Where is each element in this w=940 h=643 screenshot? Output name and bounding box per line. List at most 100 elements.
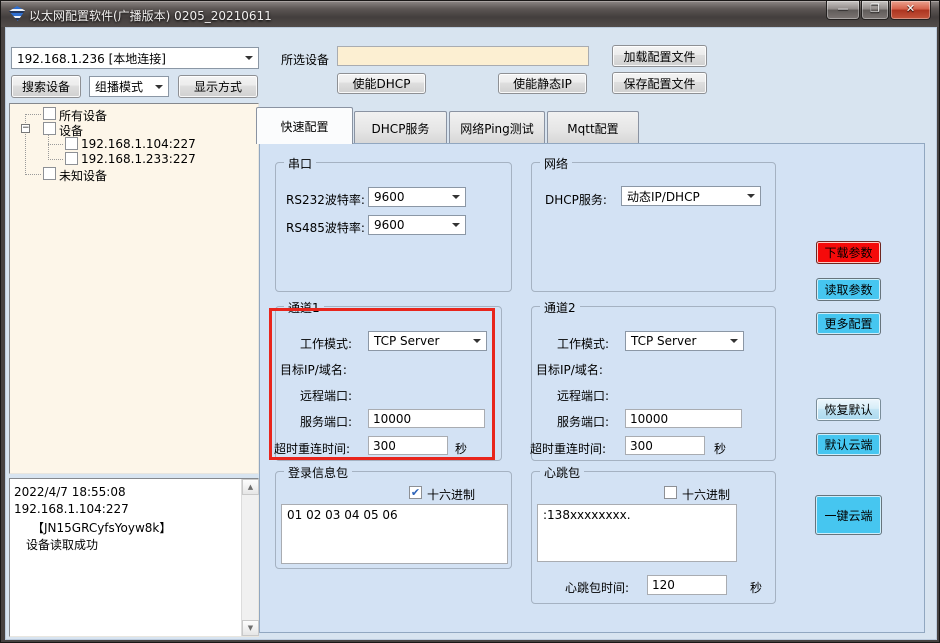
more-config-button[interactable]: 更多配置: [816, 312, 881, 335]
heartbeat-time-input[interactable]: [647, 575, 727, 595]
work-mode-label: 工作模式:: [557, 335, 609, 352]
tree-collapse-icon[interactable]: −: [21, 124, 30, 133]
cast-mode-value: 组播模式: [95, 78, 143, 95]
check-icon: ✔: [411, 487, 420, 498]
server-port-label: 服务端口:: [557, 413, 609, 430]
channel2-group-title: 通道2: [540, 299, 580, 316]
tree-checkbox[interactable]: [43, 167, 56, 180]
channel2-server-port-input[interactable]: [625, 409, 742, 428]
network-adapter-select[interactable]: 192.168.1.236 [本地连接]: [11, 47, 259, 69]
chevron-down-icon: [730, 339, 738, 343]
heartbeat-group: 心跳包 十六进制 :138xxxxxxxx. 心跳包时间: 秒: [531, 471, 776, 604]
app-icon: [9, 6, 25, 21]
selected-device-label: 所选设备: [281, 51, 329, 68]
channel2-timeout-input[interactable]: [625, 436, 705, 455]
seconds-unit-label: 秒: [750, 579, 762, 596]
login-packet-textarea[interactable]: 01 02 03 04 05 06: [281, 504, 508, 564]
rs232-baud-label: RS232波特率:: [286, 191, 365, 208]
arrow-up-icon: ▲: [248, 483, 253, 491]
window-title: 以太网配置软件(广播版本) 0205_20210611: [29, 7, 272, 24]
tree-item-all-devices[interactable]: 所有设备: [10, 107, 258, 121]
log-line: 2022/4/7 18:55:08: [14, 485, 126, 499]
maximize-icon: ❐: [870, 2, 880, 15]
arrow-down-icon: ▼: [248, 624, 253, 632]
tree-checkbox[interactable]: [65, 137, 78, 150]
enable-dhcp-button[interactable]: 使能DHCP: [337, 73, 426, 94]
chevron-down-icon: [245, 56, 253, 60]
app-window: 以太网配置软件(广播版本) 0205_20210611 — ❐ ✕ 192.16…: [0, 0, 940, 643]
load-config-button[interactable]: 加载配置文件: [612, 45, 707, 67]
log-scrollbar[interactable]: ▲ ▼: [241, 479, 258, 636]
tree-checkbox[interactable]: [43, 107, 56, 120]
dhcp-service-select[interactable]: 动态IP/DHCP: [621, 186, 761, 206]
rs232-baud-value: 9600: [374, 190, 405, 204]
save-config-button[interactable]: 保存配置文件: [612, 72, 707, 94]
tab-quick-config[interactable]: 快速配置: [256, 107, 353, 144]
tree-checkbox[interactable]: [65, 152, 78, 165]
rs485-baud-select[interactable]: 9600: [368, 215, 466, 235]
target-ip-label: 目标IP/域名:: [536, 361, 603, 378]
tab-mqtt-config[interactable]: Mqtt配置: [547, 111, 639, 144]
tree-item-label: 192.168.1.104:227: [81, 137, 196, 151]
chevron-down-icon: [155, 85, 163, 89]
work-mode-value: TCP Server: [631, 334, 696, 348]
rs485-baud-label: RS485波特率:: [286, 219, 365, 236]
login-hex-checkbox[interactable]: ✔: [409, 486, 422, 499]
maximize-button[interactable]: ❐: [861, 1, 889, 20]
minimize-button[interactable]: —: [826, 1, 860, 20]
search-device-button[interactable]: 搜索设备: [11, 75, 81, 98]
minus-icon: −: [22, 123, 30, 133]
default-cloud-button[interactable]: 默认云端: [816, 433, 881, 456]
heartbeat-group-title: 心跳包: [540, 464, 584, 481]
heartbeat-hex-label: 十六进制: [682, 486, 730, 503]
rs232-baud-select[interactable]: 9600: [368, 187, 466, 207]
read-params-button[interactable]: 读取参数: [816, 278, 881, 301]
log-line: 设备读取成功: [26, 536, 98, 553]
timeout-label: 超时重连时间:: [530, 440, 606, 457]
close-icon: ✕: [906, 2, 915, 15]
highlight-red-box: [269, 308, 495, 460]
chevron-down-icon: [452, 195, 460, 199]
network-group-title: 网络: [540, 155, 572, 172]
log-line: 【JN15GRCyfsYoyw8k】: [32, 519, 171, 536]
heartbeat-time-label: 心跳包时间:: [565, 579, 629, 596]
tree-item-devices[interactable]: − 设备: [10, 122, 258, 136]
login-hex-label: 十六进制: [427, 486, 475, 503]
log-panel: 2022/4/7 18:55:08 192.168.1.104:227 【JN1…: [9, 478, 259, 637]
titlebar[interactable]: 以太网配置软件(广播版本) 0205_20210611: [1, 1, 940, 27]
restore-default-button[interactable]: 恢复默认: [816, 398, 881, 421]
login-packet-group-title: 登录信息包: [284, 464, 352, 481]
onekey-cloud-button[interactable]: 一键云端: [815, 495, 882, 535]
channel2-group: 通道2 工作模式: TCP Server 目标IP/域名: 远程端口: 服务端口…: [531, 306, 776, 461]
tree-item-label: 未知设备: [59, 167, 107, 184]
network-adapter-value: 192.168.1.236 [本地连接]: [17, 50, 166, 67]
remote-port-label: 远程端口:: [557, 387, 609, 404]
selected-device-input[interactable]: [337, 46, 589, 66]
tree-item-device-233[interactable]: 192.168.1.233:227: [10, 152, 258, 166]
scroll-up-icon[interactable]: ▲: [242, 479, 259, 495]
chevron-down-icon: [452, 223, 460, 227]
heartbeat-hex-checkbox[interactable]: [664, 486, 677, 499]
tree-item-unknown-devices[interactable]: 未知设备: [10, 167, 258, 181]
serial-group: 串口 RS232波特率: 9600 RS485波特率: 9600: [275, 162, 512, 292]
tree-checkbox[interactable]: [43, 122, 56, 135]
minimize-icon: —: [838, 2, 849, 15]
dhcp-service-value: 动态IP/DHCP: [627, 188, 700, 205]
chevron-down-icon: [747, 194, 755, 198]
scroll-down-icon[interactable]: ▼: [242, 620, 259, 636]
channel2-work-mode-select[interactable]: TCP Server: [625, 331, 744, 351]
display-mode-button[interactable]: 显示方式: [178, 75, 258, 98]
tree-item-device-104[interactable]: 192.168.1.104:227: [10, 137, 258, 151]
download-params-button[interactable]: 下载参数: [816, 241, 881, 264]
tree-item-label: 192.168.1.233:227: [81, 152, 196, 166]
cast-mode-select[interactable]: 组播模式: [89, 76, 169, 97]
login-packet-group: 登录信息包 ✔ 十六进制 01 02 03 04 05 06: [275, 471, 512, 569]
heartbeat-textarea[interactable]: :138xxxxxxxx.: [537, 504, 737, 562]
enable-static-ip-button[interactable]: 使能静态IP: [498, 73, 587, 94]
tab-network-ping[interactable]: 网络Ping测试: [449, 111, 545, 144]
close-button[interactable]: ✕: [890, 1, 931, 20]
device-tree[interactable]: 所有设备 − 设备 192.168.1.104:227 192.168.1.23…: [9, 103, 259, 474]
seconds-unit-label: 秒: [714, 440, 726, 457]
tab-dhcp-service[interactable]: DHCP服务: [354, 111, 447, 144]
rs485-baud-value: 9600: [374, 218, 405, 232]
